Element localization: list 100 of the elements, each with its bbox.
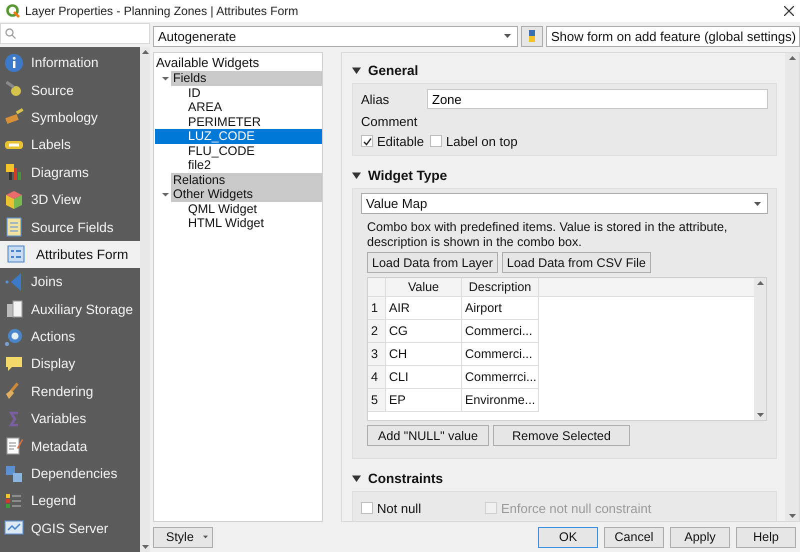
scroll-up-icon[interactable]	[142, 50, 148, 54]
triangle-icon[interactable]	[352, 170, 361, 180]
app-logo-icon	[6, 4, 20, 18]
sidebar-item[interactable]: Auxiliary Storage	[0, 296, 140, 323]
tree-item[interactable]: FLU_CODE	[155, 144, 322, 158]
table-cell: AIR	[386, 297, 462, 320]
table-cell: Commerci...	[462, 343, 539, 366]
sidebar-item[interactable]: Source	[0, 76, 140, 104]
table-cell: Commerrci...	[462, 366, 539, 389]
table-cell: EP	[386, 389, 462, 412]
scroll-up-icon[interactable]	[756, 281, 764, 285]
checkbox[interactable]	[361, 135, 373, 147]
alias-label: Alias	[361, 92, 390, 106]
sidebar-item[interactable]: Symbology	[0, 104, 140, 132]
dialog-button[interactable]: Help	[736, 526, 796, 548]
close-icon[interactable]	[784, 6, 794, 16]
sidebar-item[interactable]: Diagrams	[0, 158, 140, 186]
tree-group[interactable]: Relations	[171, 172, 322, 187]
sidebar-item[interactable]: Legend	[0, 487, 140, 515]
table-cell: CH	[386, 343, 462, 366]
load-data-button[interactable]: Load Data from CSV File	[502, 252, 651, 273]
sidebar-item[interactable]: Joins	[0, 268, 140, 296]
row-number: 4	[368, 366, 386, 389]
show-form-dropdown[interactable]: Show form on add feature (global settings)	[546, 26, 800, 46]
tree-item[interactable]: QML Widget	[155, 202, 322, 216]
scroll-up-icon[interactable]	[788, 56, 796, 60]
tree-item[interactable]: LUZ_CODE	[155, 129, 322, 144]
tree-group[interactable]: Fields	[171, 71, 322, 86]
dialog-button[interactable]: Cancel	[604, 526, 664, 548]
scroll-down-icon[interactable]	[756, 413, 764, 417]
widget-description: Combo box with predefined items. Value is stored in the attribute, description is shown in the combo box.	[367, 220, 728, 250]
form-icon	[5, 244, 27, 264]
table-cell: Commerci...	[462, 320, 539, 343]
sidebar-item[interactable]: Actions	[0, 322, 140, 350]
column-header[interactable]: Value	[386, 278, 462, 297]
layout-dropdown[interactable]: Autogenerate	[153, 26, 518, 46]
column-header[interactable]: Description	[462, 278, 539, 297]
sidebar-item[interactable]: Rendering	[0, 378, 140, 406]
comment-label: Comment	[361, 114, 418, 128]
section-title[interactable]: Constraints	[368, 470, 444, 486]
caret-icon	[754, 202, 761, 206]
sidebar-item[interactable]: Dependencies	[0, 460, 140, 488]
scroll-down-icon[interactable]	[142, 545, 148, 549]
cube-icon	[3, 190, 25, 210]
checkbox-label: Editable	[377, 134, 424, 148]
python-button[interactable]	[521, 26, 543, 46]
squares-icon	[3, 464, 25, 484]
checkbox-label: Enforce not null constraint	[501, 500, 652, 516]
section-title[interactable]: General	[368, 62, 418, 78]
widget-type-dropdown[interactable]: Value Map	[361, 193, 768, 214]
tree-item[interactable]: PERIMETER	[155, 114, 322, 129]
sidebar-item[interactable]: Metadata	[0, 432, 140, 460]
remove-selected-button[interactable]: Remove Selected	[493, 425, 630, 446]
alias-field[interactable]: Zone	[427, 89, 768, 109]
sidebar-item[interactable]: Variables	[0, 405, 140, 432]
row-number: 3	[368, 343, 386, 366]
sidebar-item[interactable]: Information	[0, 49, 140, 76]
scrollbar[interactable]	[785, 53, 799, 521]
section-title[interactable]: Widget Type	[368, 168, 448, 182]
scroll-down-icon[interactable]	[788, 514, 796, 518]
table-cell: Environme...	[462, 389, 539, 412]
expand-arrow-icon[interactable]	[162, 74, 168, 82]
table-cell: CLI	[386, 366, 462, 389]
table-cell: CG	[386, 320, 462, 343]
tree-group[interactable]: Other Widgets	[171, 187, 322, 202]
sidebar-item[interactable]: Display	[0, 350, 140, 378]
tree-item[interactable]: AREA	[155, 100, 322, 114]
dialog-button[interactable]: Apply	[670, 526, 730, 548]
tree-header: Available Widgets	[155, 55, 260, 71]
checkbox[interactable]	[361, 502, 373, 514]
style-button[interactable]: Style	[153, 526, 213, 548]
row-number: 1	[368, 297, 386, 320]
tree-item[interactable]: HTML Widget	[155, 216, 322, 230]
load-data-button[interactable]: Load Data from Layer	[367, 252, 498, 273]
triangle-icon[interactable]	[352, 474, 361, 482]
sidebar-item[interactable]: Labels	[0, 131, 140, 159]
checkbox-label: Label on top	[446, 134, 518, 148]
tree-item[interactable]: file2	[155, 158, 322, 172]
row-number: 2	[368, 320, 386, 343]
sidebar-item[interactable]: Attributes Form	[0, 240, 140, 268]
sidebar-item[interactable]: QGIS Server	[0, 514, 140, 542]
checkbox[interactable]	[430, 135, 442, 147]
scrollbar[interactable]	[754, 278, 766, 420]
scrollbar[interactable]	[140, 47, 150, 552]
caret-icon	[504, 34, 511, 38]
tree-item[interactable]: ID	[155, 86, 322, 100]
search-field[interactable]	[0, 23, 150, 44]
table-cell: Airport	[462, 297, 539, 320]
search-icon	[5, 28, 16, 39]
info-icon	[3, 52, 25, 73]
sidebar-item[interactable]: Source Fields	[0, 213, 140, 241]
row-number: 5	[368, 389, 386, 412]
checkbox-label: Not null	[377, 500, 422, 516]
sidebar-item[interactable]: 3D View	[0, 186, 140, 214]
triangle-icon[interactable]	[352, 66, 361, 74]
add-null-button[interactable]: Add "NULL" value	[367, 425, 489, 446]
window-title: Layer Properties - Planning Zones | Attributes Form	[25, 4, 300, 18]
caret-icon	[203, 535, 208, 539]
expand-arrow-icon[interactable]	[162, 190, 168, 198]
dialog-button[interactable]: OK	[538, 526, 598, 548]
